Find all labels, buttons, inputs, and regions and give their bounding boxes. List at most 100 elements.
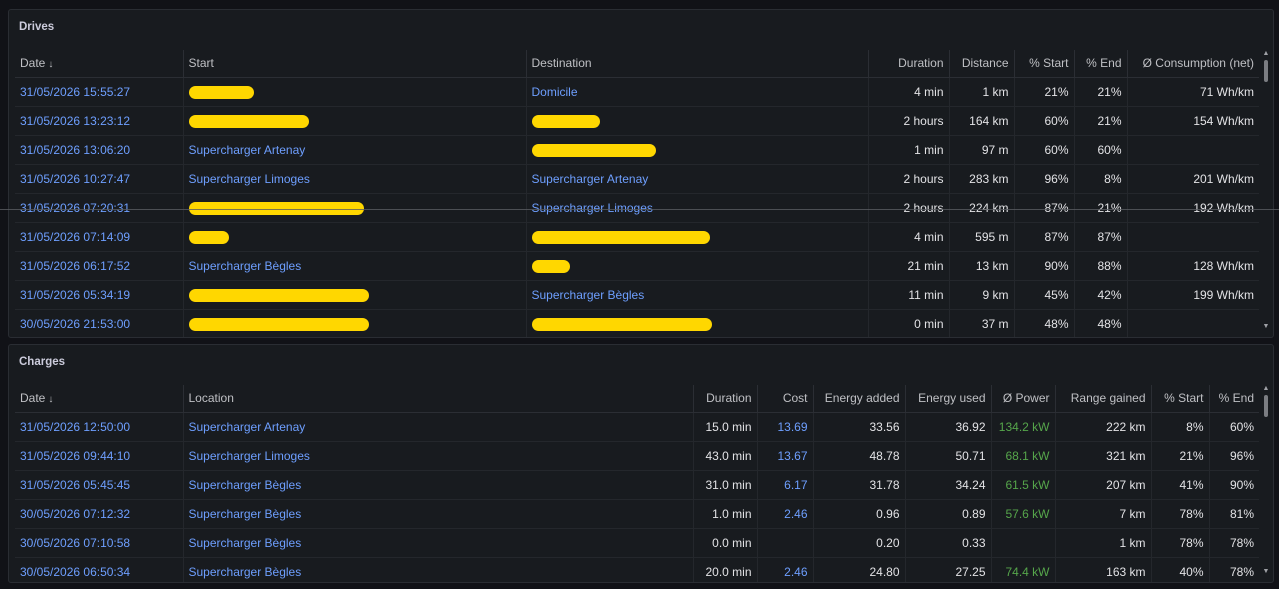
cell-cost[interactable]: 13.69 [757,412,814,442]
cell-date-link[interactable]: 30/05/2026 06:50:34 [20,565,130,579]
cell-start[interactable]: Supercharger Bègles [183,251,527,281]
charges-table-container[interactable]: Date ↓ Location Duration Cost Energy adde… [15,385,1259,582]
column-header-energy-used[interactable]: Energy used [905,385,992,413]
table-row[interactable]: 31/05/2026 07:20:31 Supercharger Limoges 2… [15,193,1259,223]
cell-destination[interactable]: Supercharger Artenay [526,164,869,194]
column-header-end-pct[interactable]: % End [1074,50,1128,78]
cell-cost-link[interactable]: 13.69 [777,420,807,434]
column-header-consumption[interactable]: Ø Consumption (net) [1127,50,1259,78]
cell-cost[interactable]: 2.46 [757,557,814,582]
column-header-energy-added[interactable]: Energy added [813,385,906,413]
cell-destination-link[interactable]: Domicile [532,85,578,99]
cell-destination-link[interactable]: Supercharger Limoges [532,201,653,215]
cell-date-link[interactable]: 31/05/2026 10:27:47 [20,172,130,186]
cell-cost[interactable]: 6.17 [757,470,814,500]
cell-cost[interactable]: 13.67 [757,441,814,471]
cell-date-link[interactable]: 31/05/2026 15:55:27 [20,85,130,99]
cell-cost[interactable]: 2.46 [757,499,814,529]
cell-date[interactable]: 30/05/2026 06:50:34 [15,557,184,582]
cell-location[interactable]: Supercharger Artenay [183,412,694,442]
triangle-down-icon[interactable]: ▼ [1262,323,1270,331]
table-row[interactable]: 31/05/2026 13:23:12 2 hours 164 km 60% 21% 15… [15,106,1259,136]
drives-scrollbar[interactable]: ▲ ▼ [1262,50,1270,331]
column-header-date[interactable]: Date ↓ [15,50,184,78]
cell-date[interactable]: 31/05/2026 10:27:47 [15,164,184,194]
cell-date-link[interactable]: 31/05/2026 05:45:45 [20,478,130,492]
cell-start[interactable]: Supercharger Artenay [183,135,527,165]
cell-location[interactable]: Supercharger Bègles [183,528,694,558]
cell-date[interactable]: 31/05/2026 05:45:45 [15,470,184,500]
table-row[interactable]: 30/05/2026 07:10:58 Supercharger Bègles 0.… [15,528,1259,558]
table-row[interactable]: 30/05/2026 07:12:32 Supercharger Bègles 1.… [15,499,1259,529]
charges-scrollbar[interactable]: ▲ ▼ [1262,385,1270,576]
cell-date-link[interactable]: 31/05/2026 06:17:52 [20,259,130,273]
table-row[interactable]: 31/05/2026 06:17:52 Supercharger Bègles 21… [15,251,1259,281]
column-header-location[interactable]: Location [183,385,694,413]
cell-date[interactable]: 31/05/2026 07:14:09 [15,222,184,252]
table-row[interactable]: 30/05/2026 06:50:34 Supercharger Bègles 20… [15,557,1259,582]
cell-date[interactable]: 31/05/2026 06:17:52 [15,251,184,281]
column-header-duration[interactable]: Duration [868,50,950,78]
charges-scroll-thumb[interactable] [1264,395,1268,417]
cell-date-link[interactable]: 30/05/2026 07:10:58 [20,536,130,550]
cell-date[interactable]: 30/05/2026 07:10:58 [15,528,184,558]
column-header-duration[interactable]: Duration [693,385,758,413]
cell-date-link[interactable]: 31/05/2026 07:14:09 [20,230,130,244]
cell-start[interactable]: Supercharger Limoges [183,164,527,194]
cell-destination-link[interactable]: Supercharger Bègles [532,288,645,302]
cell-start-link[interactable]: Supercharger Limoges [189,172,310,186]
triangle-down-icon[interactable]: ▼ [1262,568,1270,576]
cell-start-link[interactable]: Supercharger Bègles [189,259,302,273]
cell-location-link[interactable]: Supercharger Bègles [189,536,302,550]
cell-destination[interactable]: Supercharger Limoges [526,193,869,223]
drives-table-container[interactable]: Date ↓ Start Destination Duration Distanc… [15,50,1259,337]
triangle-up-icon[interactable]: ▲ [1262,50,1270,58]
cell-location-link[interactable]: Supercharger Bègles [189,478,302,492]
cell-date[interactable]: 31/05/2026 07:20:31 [15,193,184,223]
cell-date[interactable]: 30/05/2026 21:53:00 [15,309,184,337]
table-row[interactable]: 31/05/2026 07:14:09 4 min 595 m 87% 87% [15,222,1259,252]
cell-date-link[interactable]: 30/05/2026 07:12:32 [20,507,130,521]
column-header-end-pct[interactable]: % End [1209,385,1259,413]
cell-cost-link[interactable]: 2.46 [784,565,807,579]
column-header-start[interactable]: Start [183,50,527,78]
cell-location[interactable]: Supercharger Limoges [183,441,694,471]
cell-destination-link[interactable]: Supercharger Artenay [532,172,649,186]
cell-date[interactable]: 31/05/2026 15:55:27 [15,77,184,107]
column-header-distance[interactable]: Distance [949,50,1015,78]
cell-start-link[interactable]: Supercharger Artenay [189,143,306,157]
table-row[interactable]: 31/05/2026 12:50:00 Supercharger Artenay 1… [15,412,1259,442]
cell-cost-link[interactable]: 6.17 [784,478,807,492]
cell-date[interactable]: 31/05/2026 13:06:20 [15,135,184,165]
cell-location-link[interactable]: Supercharger Artenay [189,420,306,434]
column-header-range-gained[interactable]: Range gained [1055,385,1152,413]
table-row[interactable]: 31/05/2026 13:06:20 Supercharger Artenay 1… [15,135,1259,165]
cell-date[interactable]: 31/05/2026 12:50:00 [15,412,184,442]
cell-date-link[interactable]: 31/05/2026 09:44:10 [20,449,130,463]
table-row[interactable]: 31/05/2026 05:45:45 Supercharger Bègles 31… [15,470,1259,500]
table-row[interactable]: 31/05/2026 10:27:47 Supercharger Limoges S… [15,164,1259,194]
cell-location[interactable]: Supercharger Bègles [183,557,694,582]
column-header-cost[interactable]: Cost [757,385,814,413]
cell-date-link[interactable]: 31/05/2026 12:50:00 [20,420,130,434]
cell-cost-link[interactable]: 2.46 [784,507,807,521]
cell-date[interactable]: 31/05/2026 05:34:19 [15,280,184,310]
cell-date-link[interactable]: 31/05/2026 07:20:31 [20,201,130,215]
cell-location-link[interactable]: Supercharger Limoges [189,449,310,463]
cell-date[interactable]: 31/05/2026 09:44:10 [15,441,184,471]
cell-date-link[interactable]: 31/05/2026 05:34:19 [20,288,130,302]
table-row[interactable]: 31/05/2026 15:55:27 Domicile 4 min 1 km 21% 2… [15,77,1259,107]
column-header-power[interactable]: Ø Power [991,385,1056,413]
cell-date-link[interactable]: 30/05/2026 21:53:00 [20,317,130,331]
cell-location[interactable]: Supercharger Bègles [183,499,694,529]
cell-date[interactable]: 31/05/2026 13:23:12 [15,106,184,136]
column-header-destination[interactable]: Destination [526,50,869,78]
column-header-start-pct[interactable]: % Start [1151,385,1210,413]
table-row[interactable]: 31/05/2026 05:34:19 Supercharger Bègles 11… [15,280,1259,310]
cell-date-link[interactable]: 31/05/2026 13:06:20 [20,143,130,157]
cell-date-link[interactable]: 31/05/2026 13:23:12 [20,114,130,128]
column-header-start-pct[interactable]: % Start [1014,50,1075,78]
cell-destination[interactable]: Supercharger Bègles [526,280,869,310]
table-row[interactable]: 31/05/2026 09:44:10 Supercharger Limoges 4… [15,441,1259,471]
cell-location[interactable]: Supercharger Bègles [183,470,694,500]
